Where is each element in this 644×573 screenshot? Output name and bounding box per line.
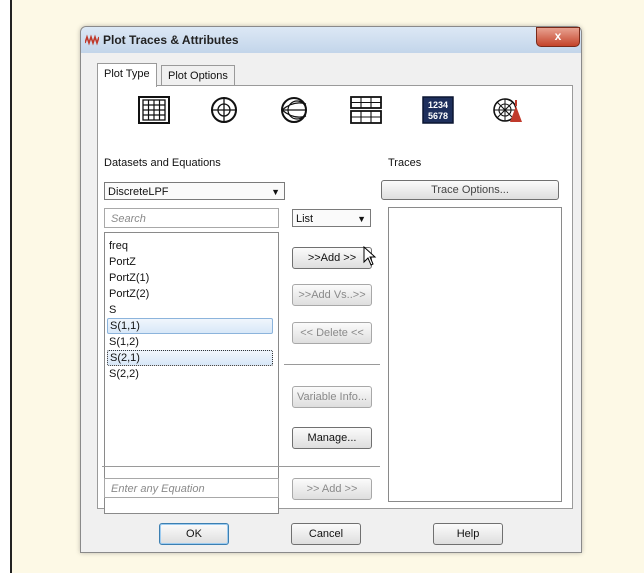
list-item[interactable]: S (107, 302, 273, 318)
traces-label: Traces (388, 157, 422, 169)
list-item[interactable]: PortZ (107, 254, 273, 270)
equation-input[interactable]: Enter any Equation (104, 478, 279, 498)
tab-plot-type[interactable]: Plot Type (97, 63, 157, 87)
ok-button[interactable]: OK (159, 523, 229, 545)
variable-info-button[interactable]: Variable Info... (292, 386, 372, 408)
chevron-down-icon: ▼ (271, 187, 280, 197)
manage-button[interactable]: Manage... (292, 427, 372, 449)
dataset-select[interactable]: DiscreteLPF ▼ (104, 182, 285, 200)
list-item[interactable]: S(2,1) (107, 350, 273, 366)
list-icon-top-text: 1234 (428, 100, 448, 110)
trace-options-button[interactable]: Trace Options... (381, 180, 559, 200)
mouse-pointer-icon (363, 246, 377, 266)
polar-plot-icon[interactable] (208, 96, 240, 124)
tab-plot-options[interactable]: Plot Options (161, 65, 235, 86)
title-bar[interactable]: Plot Traces & Attributes x (81, 27, 581, 53)
chevron-down-icon: ▼ (357, 214, 366, 224)
rectangular-grid-icon[interactable] (138, 96, 170, 124)
traces-list[interactable] (388, 207, 562, 502)
view-mode-value: List (296, 213, 314, 225)
cancel-button[interactable]: Cancel (291, 523, 361, 545)
list-display-icon[interactable]: 1234 5678 (422, 96, 454, 124)
plot-type-panel: 1234 5678 Datasets and Equations Discret… (97, 85, 573, 514)
list-item[interactable]: S(1,2) (107, 334, 273, 350)
list-item[interactable]: freq (107, 238, 273, 254)
window-title: Plot Traces & Attributes (103, 33, 239, 47)
dataset-select-value: DiscreteLPF (108, 186, 169, 198)
help-button[interactable]: Help (433, 523, 503, 545)
list-item[interactable]: PortZ(1) (107, 270, 273, 286)
list-icon-bottom-text: 5678 (428, 111, 448, 121)
close-button[interactable]: x (536, 27, 580, 47)
antenna-plot-icon[interactable] (492, 96, 524, 124)
app-icon (85, 34, 99, 46)
stacked-plot-icon[interactable] (350, 96, 382, 124)
view-mode-select[interactable]: List ▼ (292, 209, 371, 227)
add-vs-button[interactable]: >>Add Vs..>> (292, 284, 372, 306)
add-equation-button[interactable]: >> Add >> (292, 478, 372, 500)
smith-chart-icon[interactable] (278, 96, 310, 124)
delete-button[interactable]: << Delete << (292, 322, 372, 344)
divider (284, 364, 380, 365)
search-input[interactable]: Search (104, 208, 279, 228)
list-item[interactable]: S(2,2) (107, 366, 273, 382)
list-item[interactable]: PortZ(2) (107, 286, 273, 302)
divider (102, 466, 376, 467)
datasets-label: Datasets and Equations (104, 157, 221, 169)
list-item[interactable]: S(1,1) (107, 318, 273, 334)
add-button[interactable]: >>Add >> (292, 247, 372, 269)
plot-traces-dialog: Plot Traces & Attributes x Plot Type Plo… (80, 26, 582, 553)
variables-list[interactable]: freq PortZ PortZ(1) PortZ(2) S S(1,1) S(1,2) S(… (104, 232, 279, 514)
